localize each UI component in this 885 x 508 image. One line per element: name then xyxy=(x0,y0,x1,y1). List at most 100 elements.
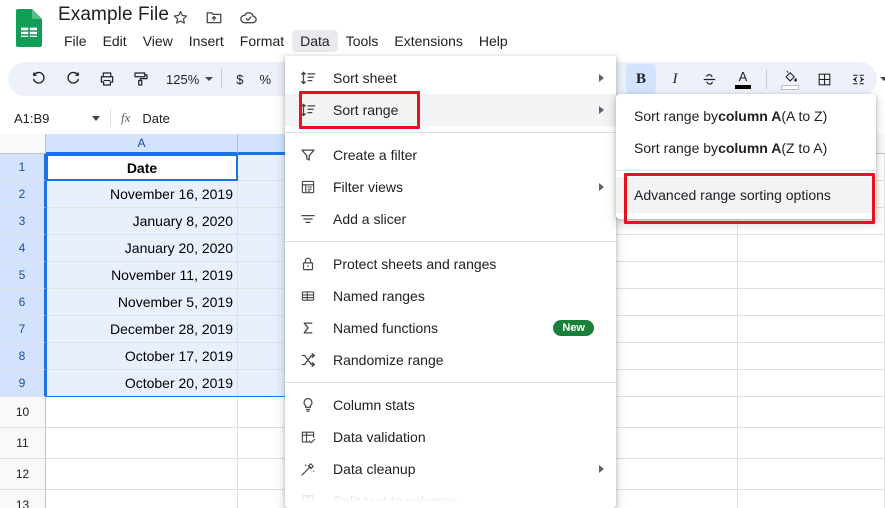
star-icon[interactable] xyxy=(170,7,190,27)
paint-format-icon[interactable] xyxy=(126,64,156,94)
row-header-12[interactable]: 12 xyxy=(0,459,46,490)
menu-item-filter-views[interactable]: Filter views xyxy=(285,171,616,203)
cell-d8[interactable] xyxy=(738,343,885,370)
menu-item-named-functions[interactable]: Named functions New xyxy=(285,312,616,344)
menu-item-label-column-stats: Column stats xyxy=(333,397,415,413)
menu-extensions[interactable]: Extensions xyxy=(386,30,470,52)
row-header-8[interactable]: 8 xyxy=(0,343,46,370)
menu-item-column-stats[interactable]: Column stats xyxy=(285,389,616,421)
borders-icon[interactable] xyxy=(809,64,839,94)
cell-a3[interactable]: January 8, 2020 xyxy=(46,208,238,235)
submenu-label-sort-z-to-a-bold: column A xyxy=(718,140,782,156)
column-header-a[interactable]: A xyxy=(46,134,238,154)
menu-item-label-data-cleanup: Data cleanup xyxy=(333,461,416,477)
cell-d10[interactable] xyxy=(738,397,885,428)
row-header-1[interactable]: 1 xyxy=(0,154,46,181)
fill-color-icon[interactable] xyxy=(775,64,805,94)
title-bar: Example File File Edit View Insert Forma… xyxy=(0,0,885,56)
row-header-10[interactable]: 10 xyxy=(0,397,46,428)
chevron-down-icon xyxy=(205,77,214,81)
cell-a4[interactable]: January 20, 2020 xyxy=(46,235,238,262)
cell-a12[interactable] xyxy=(46,459,238,490)
menu-view[interactable]: View xyxy=(135,30,181,52)
submenu-item-sort-z-to-a[interactable]: Sort range by column A (Z to A) xyxy=(616,132,876,164)
text-color-icon[interactable]: A xyxy=(728,64,758,94)
menu-item-sort-sheet[interactable]: Sort sheet xyxy=(285,62,616,94)
menu-item-named-ranges[interactable]: Named ranges xyxy=(285,280,616,312)
menu-item-split-text-to-columns[interactable]: Split text to columns xyxy=(285,485,616,508)
row-header-13[interactable]: 13 xyxy=(0,490,46,508)
menu-insert[interactable]: Insert xyxy=(181,30,232,52)
menu-tools[interactable]: Tools xyxy=(338,30,387,52)
menu-help[interactable]: Help xyxy=(471,30,516,52)
cell-a8[interactable]: October 17, 2019 xyxy=(46,343,238,370)
name-box[interactable]: A1:B9 xyxy=(14,107,104,129)
cell-d11[interactable] xyxy=(738,428,885,459)
italic-button[interactable]: I xyxy=(660,64,690,94)
redo-icon[interactable] xyxy=(58,64,88,94)
submenu-arrow-icon-data-cleanup xyxy=(599,465,604,473)
cell-a10[interactable] xyxy=(46,397,238,428)
menu-format[interactable]: Format xyxy=(232,30,292,52)
row-header-4[interactable]: 4 xyxy=(0,235,46,262)
undo-icon[interactable] xyxy=(24,64,54,94)
cell-a13[interactable] xyxy=(46,490,238,508)
cell-a2[interactable]: November 16, 2019 xyxy=(46,181,238,208)
strikethrough-icon[interactable] xyxy=(694,64,724,94)
cloud-saved-icon[interactable] xyxy=(238,7,258,27)
cell-a7[interactable]: December 28, 2019 xyxy=(46,316,238,343)
formula-input[interactable]: Date xyxy=(142,111,169,126)
cell-a9[interactable]: October 20, 2019 xyxy=(46,370,238,397)
merge-cells-icon[interactable] xyxy=(843,64,873,94)
cell-d4[interactable] xyxy=(738,235,885,262)
submenu-item-advanced-range-sorting-options[interactable]: Advanced range sorting options xyxy=(616,177,876,213)
menu-item-create-filter[interactable]: Create a filter xyxy=(285,139,616,171)
menu-edit[interactable]: Edit xyxy=(95,30,135,52)
merge-dropdown-icon[interactable] xyxy=(877,64,885,94)
move-to-folder-icon[interactable] xyxy=(204,7,224,27)
data-menu: Sort sheet Sort range Create a filter Fi… xyxy=(285,56,616,508)
row-header-2[interactable]: 2 xyxy=(0,181,46,208)
fx-icon: fx xyxy=(121,110,131,125)
print-icon[interactable] xyxy=(92,64,122,94)
submenu-item-sort-a-to-z[interactable]: Sort range by column A (A to Z) xyxy=(616,100,876,132)
formula-bar-divider xyxy=(110,109,111,127)
menu-file[interactable]: File xyxy=(56,30,95,52)
menu-item-label-create-filter: Create a filter xyxy=(333,147,418,163)
menu-data[interactable]: Data xyxy=(292,30,338,52)
cell-d6[interactable] xyxy=(738,289,885,316)
currency-format-button[interactable]: $ xyxy=(230,64,249,94)
menu-item-data-validation[interactable]: Data validation xyxy=(285,421,616,453)
toolbar-divider-2 xyxy=(766,69,767,89)
bold-button[interactable]: B xyxy=(626,64,656,94)
menu-item-data-cleanup[interactable]: Data cleanup xyxy=(285,453,616,485)
cell-d7[interactable] xyxy=(738,316,885,343)
submenu-label-sort-a-to-z-prefix: Sort range by xyxy=(634,108,719,124)
zoom-level-label: 125% xyxy=(166,71,200,87)
cell-d9[interactable] xyxy=(738,370,885,397)
row-header-5[interactable]: 5 xyxy=(0,262,46,289)
menu-item-protect-sheets[interactable]: Protect sheets and ranges xyxy=(285,248,616,280)
menu-item-add-slicer[interactable]: Add a slicer xyxy=(285,203,616,235)
row-header-3[interactable]: 3 xyxy=(0,208,46,235)
submenu-arrow-icon-sort-range xyxy=(599,106,604,114)
percent-format-button[interactable]: % xyxy=(253,64,277,94)
menu-item-randomize-range[interactable]: Randomize range xyxy=(285,344,616,376)
row-header-7[interactable]: 7 xyxy=(0,316,46,343)
submenu-bottom-pad xyxy=(616,213,876,219)
cell-d5[interactable] xyxy=(738,262,885,289)
cell-a6[interactable]: November 5, 2019 xyxy=(46,289,238,316)
cell-a11[interactable] xyxy=(46,428,238,459)
select-all-corner[interactable] xyxy=(0,134,46,154)
active-cell-a1[interactable]: Date xyxy=(46,154,238,181)
row-header-11[interactable]: 11 xyxy=(0,428,46,459)
row-header-9[interactable]: 9 xyxy=(0,370,46,397)
cell-d12[interactable] xyxy=(738,459,885,490)
cell-a5[interactable]: November 11, 2019 xyxy=(46,262,238,289)
cell-d13[interactable] xyxy=(738,490,885,508)
row-header-6[interactable]: 6 xyxy=(0,289,46,316)
shuffle-icon xyxy=(299,350,323,370)
menu-item-sort-range[interactable]: Sort range xyxy=(285,94,616,126)
document-title[interactable]: Example File xyxy=(58,4,169,26)
zoom-control[interactable]: 125% xyxy=(158,66,215,92)
